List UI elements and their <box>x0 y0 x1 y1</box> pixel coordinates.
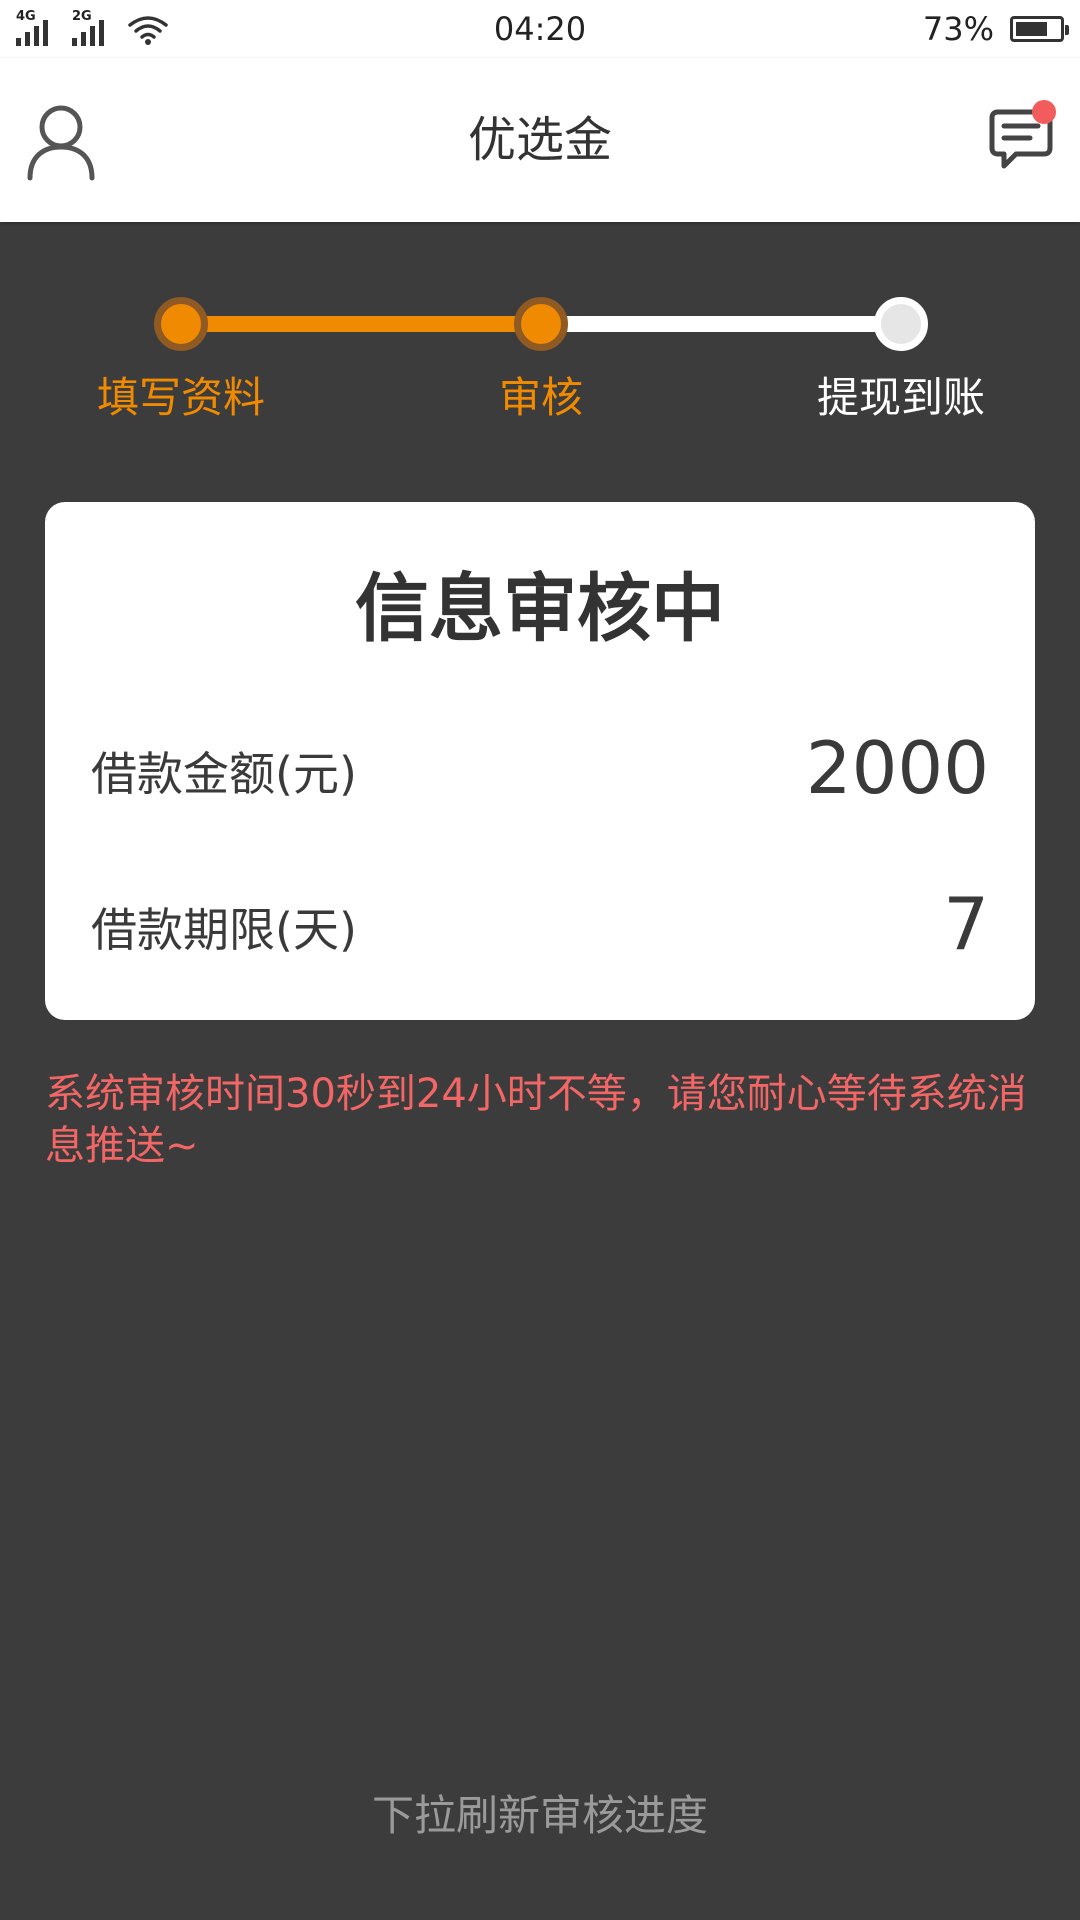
progress-steps: 填写资料 审核 提现到账 <box>0 290 1080 430</box>
loan-amount-row: 借款金额(元) 2000 <box>91 722 989 818</box>
status-bar: 4G 2G 04:20 73% <box>0 0 1080 58</box>
app-header: 优选金 <box>0 58 1080 222</box>
step-line-1 <box>181 316 541 332</box>
loan-amount-label: 借款金额(元) <box>91 747 357 801</box>
loan-term-value: 7 <box>943 882 989 966</box>
loan-term-row: 借款期限(天) 7 <box>91 878 989 974</box>
battery-fill <box>1016 22 1047 36</box>
step-dot-2 <box>514 297 568 351</box>
step-dot-3 <box>874 297 928 351</box>
review-status-card: 信息审核中 借款金额(元) 2000 借款期限(天) 7 <box>45 502 1035 1020</box>
loan-term-label: 借款期限(天) <box>91 903 357 957</box>
page-title: 优选金 <box>467 112 612 168</box>
review-notice: 系统审核时间30秒到24小时不等，请您耐心等待系统消息推送~ <box>45 1071 1027 1169</box>
step-label-review: 审核 <box>498 373 583 422</box>
card-title: 信息审核中 <box>355 566 725 652</box>
step-label-withdraw: 提现到账 <box>816 373 985 422</box>
step-label-fill-info: 填写资料 <box>96 373 265 422</box>
step-dot-1 <box>154 297 208 351</box>
profile-button[interactable] <box>26 102 96 182</box>
notification-dot <box>1032 100 1056 124</box>
loan-amount-value: 2000 <box>805 726 989 810</box>
battery-percent: 73% <box>922 10 994 48</box>
status-time: 04:20 <box>493 10 587 48</box>
pull-refresh-hint[interactable]: 下拉刷新审核进度 <box>0 1786 1080 1846</box>
user-profile-icon <box>27 105 95 181</box>
message-button[interactable] <box>986 100 1056 174</box>
status-right: 73% <box>922 10 1069 48</box>
battery-icon <box>1010 16 1069 42</box>
step-line-2 <box>541 316 901 332</box>
